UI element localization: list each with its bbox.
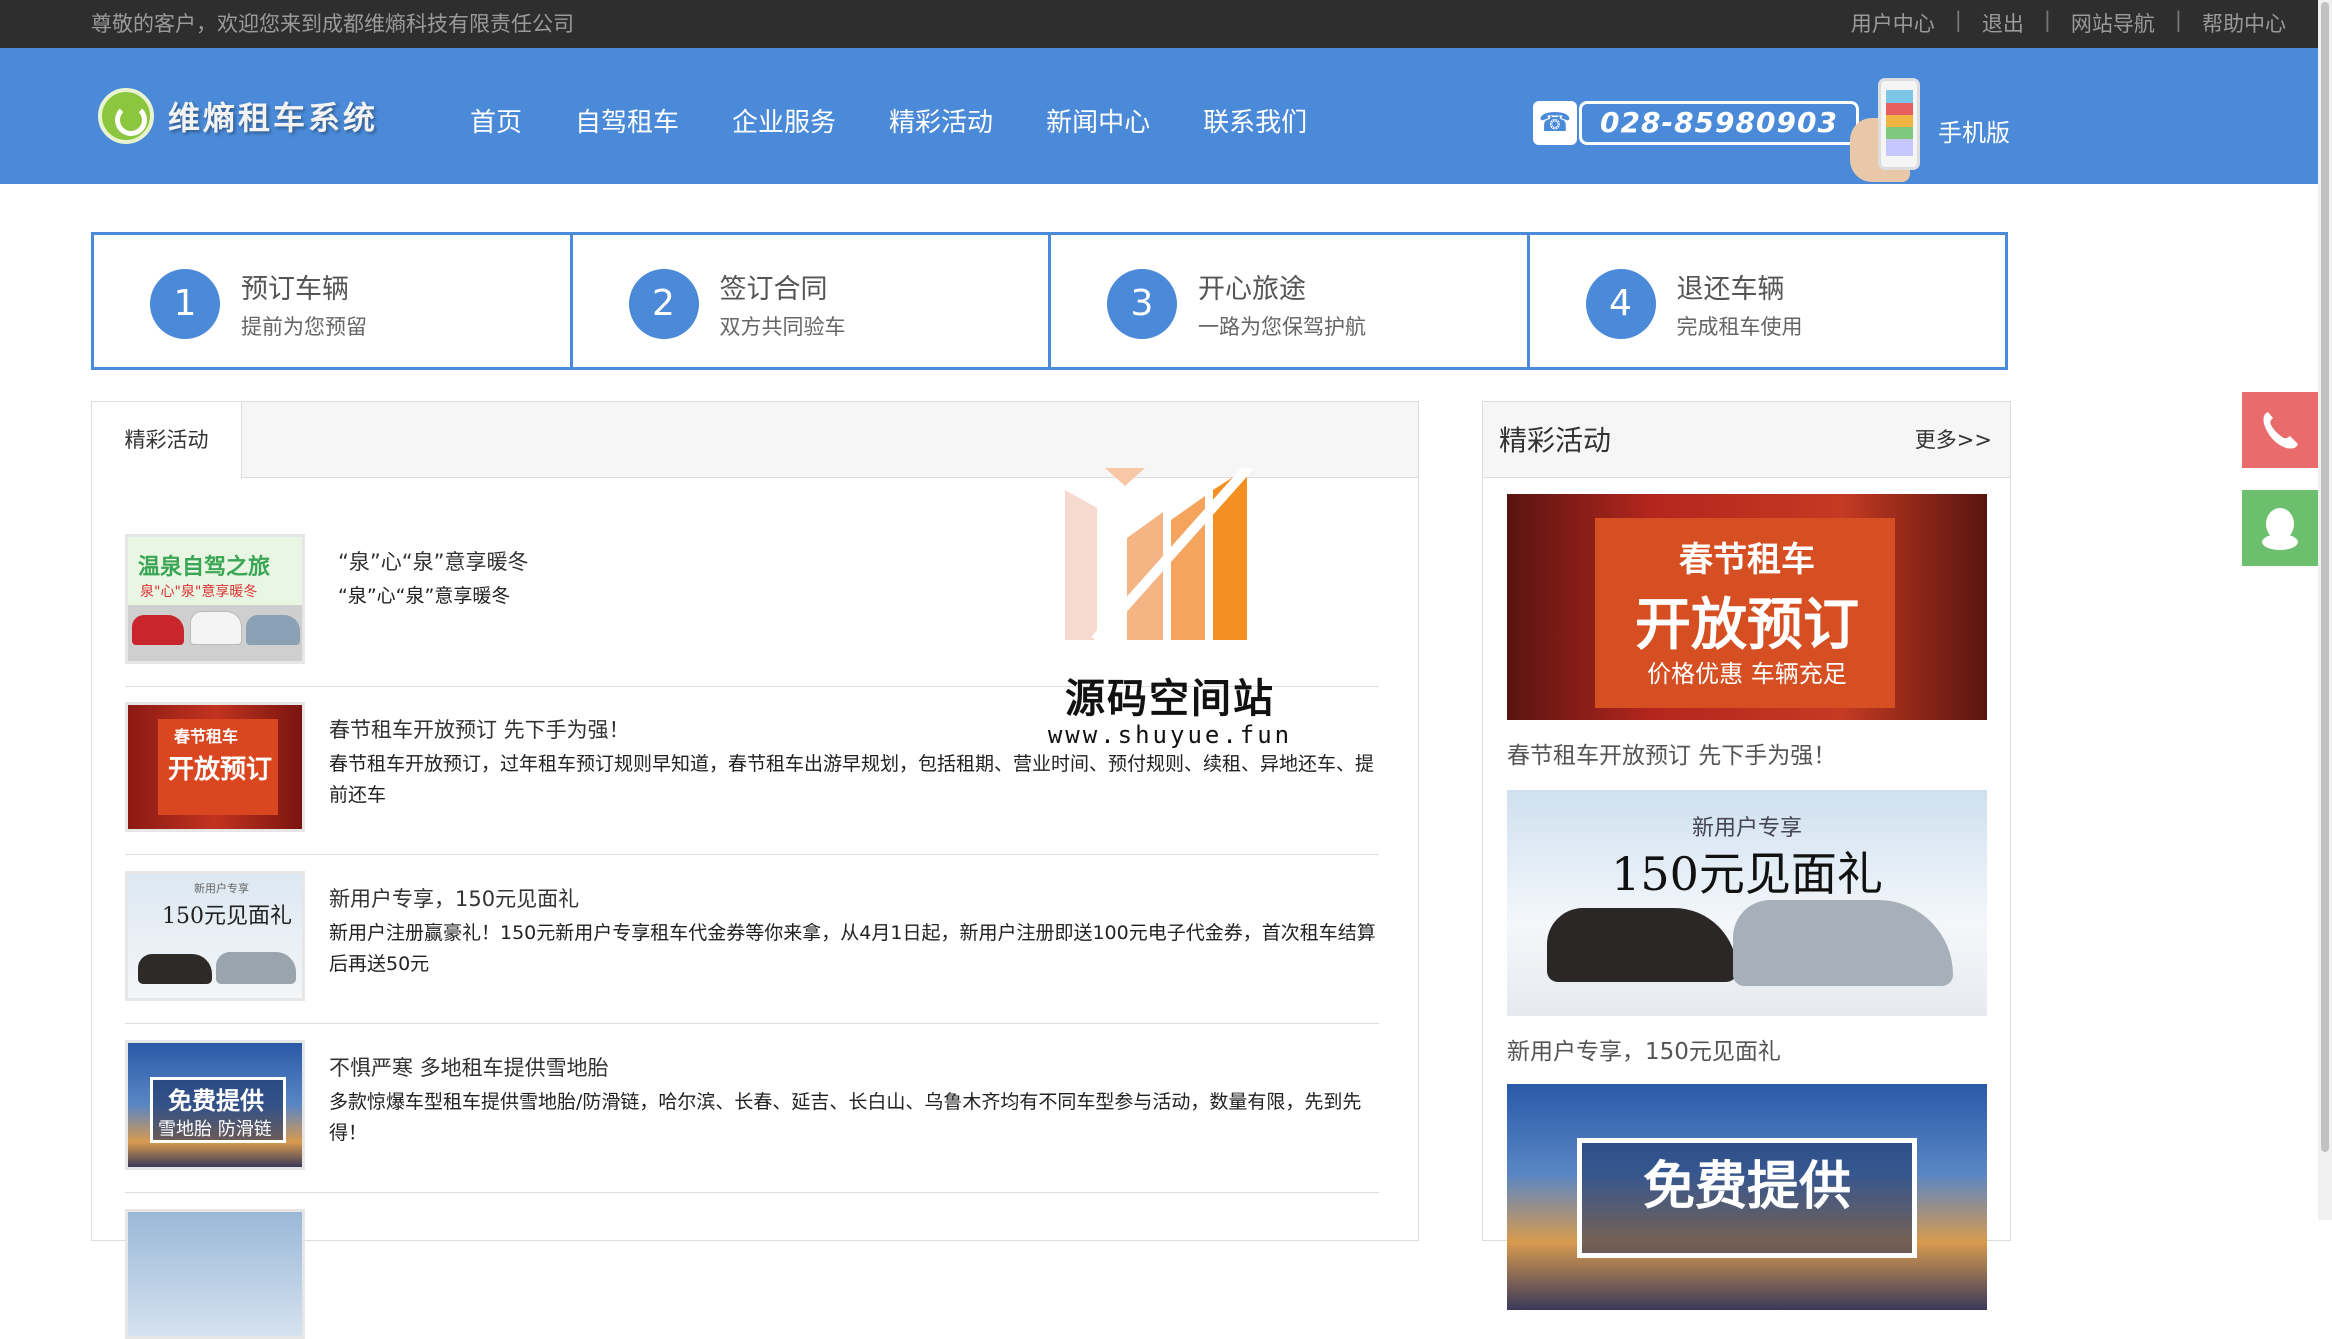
side-activities-panel: 精彩活动 更多>> 春节租车 开放预订 价格优惠 车辆充足 春节租车开放预订 先…: [1482, 401, 2011, 1310]
step-title: 退还车辆: [1676, 274, 1785, 305]
step-subtitle: 双方共同验车: [719, 315, 846, 339]
banner-caption[interactable]: 春节租车开放预订 先下手为强！: [1507, 736, 1987, 770]
phone-icon: [2263, 412, 2298, 449]
watermark-url: www.shuyue.fun: [1047, 721, 1293, 749]
nav-news[interactable]: 新闻中心: [1046, 102, 1150, 139]
thumb-text: 春节租车: [174, 727, 239, 746]
mobile-version-link[interactable]: 手机版: [1850, 78, 2010, 183]
thumbnail[interactable]: 新用户专享 150元见面礼: [125, 871, 305, 1001]
thumbnail[interactable]: [125, 1209, 305, 1339]
banner-image[interactable]: 春节租车 开放预订 价格优惠 车辆充足: [1507, 494, 1987, 720]
panel-tabbar: 精彩活动: [92, 402, 1418, 479]
item-description: 新用户注册赢豪礼！150元新用户专享租车代金券等你来拿，从4月1日起，新用户注册…: [329, 922, 1376, 975]
thumbnail[interactable]: 春节租车 开放预订: [125, 702, 305, 832]
step-title: 开心旅途: [1198, 274, 1306, 305]
watermark-title: 源码空间站: [1065, 676, 1275, 722]
step-number: 4: [1585, 269, 1656, 339]
nav-enterprise[interactable]: 企业服务: [732, 102, 836, 139]
item-description: 多款惊爆车型租车提供雪地胎/防滑链，哈尔滨、长春、延吉、长白山、乌鲁木齐均有不同…: [329, 1091, 1362, 1144]
float-phone-button[interactable]: [2242, 392, 2318, 468]
item-description: 春节租车开放预订，过年租车预订规则早知道，春节租车出游早规划，包括租期、营业时间…: [329, 753, 1375, 806]
welcome-text: 尊敬的客户，欢迎您来到成都维熵科技有限责任公司: [91, 12, 574, 36]
item-title[interactable]: 新用户专享，150元见面礼: [329, 883, 579, 913]
item-title[interactable]: 不惧严寒 多地租车提供雪地胎: [329, 1052, 609, 1082]
logo[interactable]: 维熵租车系统: [98, 88, 378, 144]
list-item[interactable]: 新用户专享 150元见面礼 新用户专享，150元见面礼 新用户注册赢豪礼！150…: [125, 871, 1379, 1024]
float-qq-button[interactable]: [2242, 490, 2318, 566]
logo-text: 维熵租车系统: [168, 99, 379, 137]
step-subtitle: 完成租车使用: [1676, 315, 1803, 339]
banner-image[interactable]: 新用户专享 150元见面礼: [1507, 790, 1987, 1016]
scrollbar-thumb[interactable]: [2321, 2, 2329, 1152]
nav-home[interactable]: 首页: [470, 102, 522, 139]
step-subtitle: 一路为您保驾护航: [1198, 315, 1366, 339]
banner-line3: 价格优惠 车辆充足: [1647, 660, 1847, 688]
thumb-subtext: 泉"心"泉"意享暖冬: [140, 584, 258, 600]
side-card[interactable]: 新用户专享 150元见面礼 新用户专享，150元见面礼: [1507, 790, 1987, 1066]
header: 维熵租车系统 首页 自驾租车 企业服务 精彩活动 新闻中心 联系我们 ☎ 028…: [0, 48, 2318, 184]
qq-icon: [2262, 508, 2298, 550]
step-item: 4 退还车辆 完成租车使用: [1530, 235, 2006, 367]
step-subtitle: 提前为您预留: [241, 315, 367, 339]
step-number: 1: [150, 269, 220, 339]
side-card[interactable]: 免费提供: [1507, 1084, 1987, 1310]
nav-contact[interactable]: 联系我们: [1203, 102, 1307, 139]
more-link[interactable]: 更多>>: [1915, 424, 1992, 454]
hotline-number: 028-85980903: [1579, 101, 1859, 145]
logout-link[interactable]: 退出: [1982, 8, 2024, 38]
thumb-subtext: 雪地胎 防滑链: [158, 1119, 272, 1140]
phone-icon: ☎: [1533, 101, 1577, 145]
thumb-text: 温泉自驾之旅: [138, 555, 271, 580]
help-center-link[interactable]: 帮助中心: [2202, 8, 2286, 38]
top-bar: 尊敬的客户，欢迎您来到成都维熵科技有限责任公司 用户中心 | 退出 | 网站导航…: [0, 0, 2318, 48]
thumb-text: 新用户专享: [194, 882, 249, 895]
banner-image[interactable]: 免费提供: [1507, 1084, 1987, 1310]
mobile-phone-icon: [1850, 78, 1932, 183]
list-item[interactable]: [125, 1209, 1379, 1339]
thumb-text: 免费提供: [168, 1087, 264, 1115]
item-title[interactable]: “泉”心“泉”意享暖冬: [338, 546, 529, 576]
rental-steps: 1 预订车辆 提前为您预留 2 签订合同 双方共同验车 3 开心旅途 一路为您保…: [91, 232, 2008, 370]
step-number: 3: [1107, 269, 1177, 339]
side-panel-header: 精彩活动 更多>>: [1483, 402, 2010, 478]
item-title[interactable]: 春节租车开放预订 先下手为强！: [329, 714, 630, 744]
step-number: 2: [628, 269, 699, 339]
separator: |: [2043, 8, 2051, 32]
mobile-label: 手机版: [1938, 119, 2010, 147]
watermark: 源码空间站 www.shuyue.fun: [1040, 468, 1300, 758]
step-item: 1 预订车辆 提前为您预留: [94, 235, 573, 367]
thumbnail[interactable]: 温泉自驾之旅 泉"心"泉"意享暖冬: [125, 534, 305, 664]
page-scrollbar[interactable]: [2318, 0, 2332, 1220]
banner-caption[interactable]: 新用户专享，150元见面礼: [1507, 1032, 1987, 1066]
thumb-subtext: 开放预订: [168, 755, 273, 785]
banner-line2: 开放预订: [1635, 593, 1859, 658]
list-item[interactable]: 免费提供 雪地胎 防滑链 不惧严寒 多地租车提供雪地胎 多款惊爆车型租车提供雪地…: [125, 1040, 1379, 1193]
logo-icon: [98, 88, 154, 144]
banner-line1: 春节租车: [1679, 540, 1815, 580]
separator: |: [2174, 8, 2182, 32]
step-item: 2 签订合同 双方共同验车: [573, 235, 1051, 367]
nav-self-drive[interactable]: 自驾租车: [575, 102, 679, 139]
step-item: 3 开心旅途 一路为您保驾护航: [1051, 235, 1530, 367]
item-description: “泉”心“泉”意享暖冬: [338, 585, 511, 607]
side-card[interactable]: 春节租车 开放预订 价格优惠 车辆充足 春节租车开放预订 先下手为强！: [1507, 494, 1987, 770]
nav-activities[interactable]: 精彩活动: [889, 102, 993, 139]
hotline: ☎ 028-85980903: [1533, 101, 1859, 145]
tab-activities[interactable]: 精彩活动: [92, 402, 242, 479]
thumbnail[interactable]: 免费提供 雪地胎 防滑链: [125, 1040, 305, 1170]
site-nav-link[interactable]: 网站导航: [2071, 8, 2155, 38]
step-title: 预订车辆: [241, 274, 349, 305]
separator: |: [1954, 8, 1962, 32]
thumb-subtext: 150元见面礼: [162, 904, 292, 929]
banner-line2: 150元见面礼: [1611, 847, 1883, 901]
top-links: 用户中心 | 退出 | 网站导航 | 帮助中心: [1851, 8, 2286, 38]
step-title: 签订合同: [719, 274, 828, 305]
user-center-link[interactable]: 用户中心: [1851, 8, 1935, 38]
watermark-logo-icon: [1065, 468, 1255, 640]
main-nav: 首页 自驾租车 企业服务 精彩活动 新闻中心 联系我们: [470, 102, 1307, 139]
side-panel-title: 精彩活动: [1499, 424, 1612, 457]
banner-line1: 免费提供: [1642, 1157, 1851, 1217]
